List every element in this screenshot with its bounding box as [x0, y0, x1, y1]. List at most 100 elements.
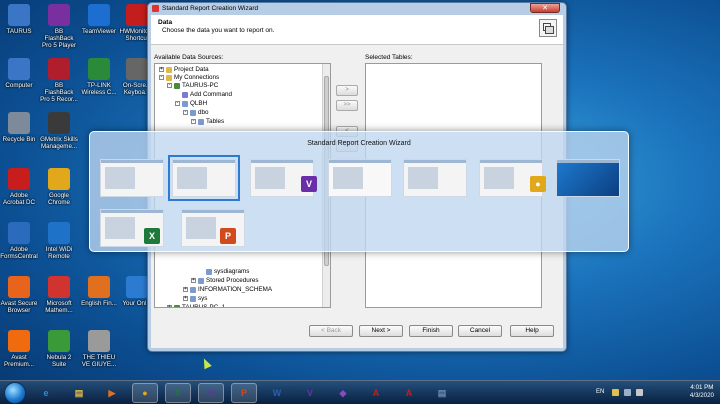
desktop-icon[interactable]: Intel WiDi Remote	[40, 222, 78, 260]
thumbnail-content	[105, 217, 135, 239]
taskbar: e ▤ ▶ ● X V P W V ◆ A A ▤ EN 4:01 PM 4/3/2020	[0, 380, 720, 404]
desktop-icon[interactable]: BB FlashBack Pro 5 Player	[40, 4, 78, 49]
step-title: Data	[158, 19, 173, 26]
desktop-icon[interactable]: Google Chrome	[40, 168, 78, 206]
word-icon: W	[272, 388, 282, 398]
taskbar-excel-button[interactable]: X	[165, 383, 191, 403]
desktop-icon-label: Avast Premium...	[4, 354, 34, 368]
tree-node-label: Project Data	[174, 66, 209, 73]
taskbar-explorer-2-button[interactable]: ▤	[429, 383, 455, 403]
available-sources-label: Available Data Sources:	[154, 54, 224, 61]
add-all-button[interactable]: >>	[336, 100, 358, 111]
selected-tables-label: Selected Tables:	[365, 54, 413, 61]
expand-toggle-icon[interactable]: -	[191, 119, 196, 124]
tree-node[interactable]: + sys	[183, 295, 207, 302]
expand-toggle-icon[interactable]: +	[167, 305, 172, 307]
desktop-icon[interactable]: THE THIEU VE GIUYE...	[80, 330, 118, 368]
expand-toggle-icon[interactable]: -	[183, 110, 188, 115]
desktop-icon[interactable]: TAURUS	[0, 4, 38, 35]
taskbar-ie-button[interactable]: e	[33, 383, 59, 403]
start-button[interactable]	[4, 382, 26, 404]
powerpoint-icon: P	[240, 388, 247, 398]
desktop-icon[interactable]: Recycle Bin	[0, 112, 38, 143]
taskbar-media-player-button[interactable]: ▶	[99, 383, 125, 403]
tree-node[interactable]: - QLBH	[175, 100, 207, 107]
tree-node[interactable]: sysdiagrams	[199, 268, 249, 275]
desktop-icon[interactable]: Adobe FormsCentral	[0, 222, 38, 260]
wizard-title: Standard Report Creation Wizard	[162, 5, 259, 12]
computer-icon	[8, 4, 30, 26]
tree-node[interactable]: - dbo	[183, 109, 209, 116]
desktop-icon-label: Avast Secure Browser	[0, 300, 38, 314]
cancel-button[interactable]: Cancel	[458, 325, 502, 337]
clock[interactable]: 4:01 PM 4/3/2020	[690, 384, 714, 400]
wizard-titlebar[interactable]: Standard Report Creation Wizard	[148, 3, 566, 14]
desktop-icon-label: Google Chrome	[47, 192, 70, 206]
tree-node[interactable]: Add Command	[175, 91, 232, 98]
acrobat-icon: A	[372, 388, 380, 398]
language-indicator[interactable]: EN	[596, 389, 604, 395]
explorer-window-thumbnail[interactable]	[403, 159, 467, 197]
add-button[interactable]: >	[336, 85, 358, 96]
tree-node[interactable]: - TAURUS-PC	[167, 82, 218, 89]
taskbar-powerpoint-button[interactable]: P	[231, 383, 257, 403]
thumbnail-titlebar	[557, 160, 619, 163]
desktop-icon[interactable]: BB FlashBack Pro 5 Recor...	[40, 58, 78, 103]
finish-button[interactable]: Finish	[409, 325, 453, 337]
taskbar-shield-app-button[interactable]: ◆	[330, 383, 356, 403]
windows-desktop-window-thumbnail[interactable]	[556, 159, 620, 197]
flag-icon[interactable]	[612, 389, 619, 396]
taskbar-file-explorer-button[interactable]: ▤	[66, 383, 92, 403]
taskbar-word-button[interactable]: W	[264, 383, 290, 403]
expand-toggle-icon[interactable]: +	[183, 287, 188, 292]
node-icon	[198, 118, 204, 125]
expand-toggle-icon[interactable]: -	[167, 83, 172, 88]
expand-toggle-icon[interactable]: +	[159, 67, 164, 72]
tree-node[interactable]: - My Connections	[159, 74, 219, 81]
expand-toggle-icon[interactable]: +	[191, 278, 196, 283]
tree-node[interactable]: + Project Data	[159, 66, 209, 73]
notepad-window-thumbnail[interactable]	[328, 159, 392, 197]
expand-toggle-icon[interactable]: +	[183, 296, 188, 301]
desktop-icon[interactable]: TeamViewer	[80, 4, 118, 35]
desktop-icon-label: Adobe FormsCentral	[0, 246, 38, 260]
expand-toggle-icon[interactable]: -	[159, 75, 164, 80]
node-icon	[182, 100, 188, 107]
help-button[interactable]: Help	[510, 325, 554, 337]
tree-node[interactable]: + Stored Procedures	[191, 277, 259, 284]
tree-node-label: Tables	[206, 118, 225, 125]
expand-toggle-icon[interactable]: -	[175, 101, 180, 106]
shield-app-icon: ◆	[339, 387, 347, 398]
desktop-icon[interactable]: English Fin...	[80, 276, 118, 307]
desktop-icon[interactable]: TP-LINK Wireless C...	[80, 58, 118, 96]
desktop-window-thumbnail[interactable]	[100, 159, 164, 197]
desktop-icon-label: THE THIEU VE GIUYE...	[81, 354, 117, 368]
acrobat-2-icon: A	[405, 388, 413, 398]
back-button[interactable]: < Back	[309, 325, 353, 337]
wizard-logo-icon	[539, 19, 557, 37]
desktop-icon[interactable]: Adobe Acrobat DC	[0, 168, 38, 206]
network-icon[interactable]	[624, 389, 631, 396]
desktop-icon-label: BB FlashBack Pro 5 Recor...	[40, 82, 78, 103]
desktop-icon[interactable]: Microsoft Mathem...	[40, 276, 78, 314]
desktop-icon[interactable]: GMetrix Skills Manageme...	[40, 112, 78, 150]
taskbar-visual-studio-button[interactable]: V	[198, 383, 224, 403]
node-icon	[166, 74, 172, 81]
taskbar-visual-studio-2-button[interactable]: V	[297, 383, 323, 403]
thumbnail-titlebar	[404, 160, 466, 163]
close-button[interactable]: ✕	[530, 3, 560, 13]
taskbar-acrobat-button[interactable]: A	[363, 383, 389, 403]
desktop-icon[interactable]: Avast Premium...	[0, 330, 38, 368]
next-button[interactable]: Next >	[359, 325, 403, 337]
tree-node[interactable]: - Tables	[191, 118, 224, 125]
report-wizard-window-thumbnail[interactable]	[168, 155, 240, 201]
desktop-icon[interactable]: Computer	[0, 58, 38, 89]
taskbar-chrome-button[interactable]: ●	[132, 383, 158, 403]
desktop-icon[interactable]: Avast Secure Browser	[0, 276, 38, 314]
taskbar-acrobat-2-button[interactable]: A	[396, 383, 422, 403]
clock-date: 4/3/2020	[689, 392, 714, 399]
tree-node[interactable]: + TAURUS-PC_1	[167, 304, 225, 307]
tree-node[interactable]: + INFORMATION_SCHEMA	[183, 286, 272, 293]
desktop-icon[interactable]: Nebula 2 Suite	[40, 330, 78, 368]
volume-icon[interactable]	[636, 389, 643, 396]
